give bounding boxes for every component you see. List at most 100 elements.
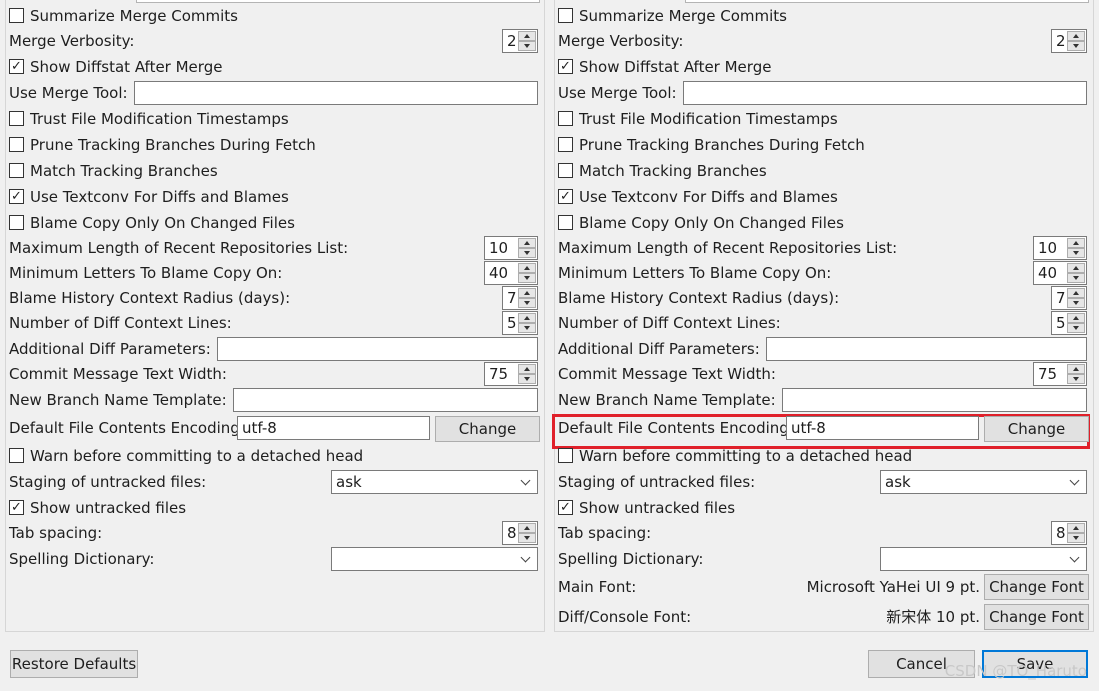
unchecked-checkbox-icon[interactable] bbox=[9, 215, 24, 230]
unchecked-checkbox-icon[interactable] bbox=[9, 111, 24, 126]
change-encoding-button[interactable]: Change bbox=[984, 416, 1089, 442]
spin-arrows[interactable] bbox=[1067, 523, 1085, 543]
change-font-button[interactable]: Change Font bbox=[984, 574, 1089, 600]
checked-checkbox-icon[interactable]: ✓ bbox=[9, 59, 24, 74]
unchecked-checkbox-icon[interactable] bbox=[9, 163, 24, 178]
arrow-up-icon[interactable] bbox=[518, 238, 536, 248]
field-label: Minimum Letters To Blame Copy On: bbox=[9, 264, 283, 282]
restore-defaults-button[interactable]: Restore Defaults bbox=[10, 650, 138, 678]
arrow-up-icon[interactable] bbox=[518, 31, 536, 41]
arrow-up-icon[interactable] bbox=[1067, 31, 1085, 41]
arrow-down-icon[interactable] bbox=[1067, 533, 1085, 543]
checked-checkbox-icon[interactable]: ✓ bbox=[558, 189, 573, 204]
text-input-use-merge-tool[interactable] bbox=[683, 81, 1087, 105]
encoding-input[interactable]: utf-8 bbox=[786, 416, 979, 440]
spinbox-tab-spacing[interactable]: 8 bbox=[502, 521, 538, 545]
field-label: New Branch Name Template: bbox=[558, 391, 776, 409]
arrow-up-icon[interactable] bbox=[1067, 238, 1085, 248]
spin-arrows[interactable] bbox=[518, 288, 536, 308]
arrow-down-icon[interactable] bbox=[1067, 41, 1085, 51]
spin-arrows[interactable] bbox=[518, 31, 536, 51]
arrow-up-icon[interactable] bbox=[518, 364, 536, 374]
chevron-down-icon bbox=[520, 475, 531, 486]
dropdown-staging-of-untracked-files[interactable]: ask bbox=[331, 470, 538, 494]
unchecked-checkbox-icon[interactable] bbox=[558, 8, 573, 23]
arrow-up-icon[interactable] bbox=[518, 263, 536, 273]
dropdown-staging-of-untracked-files[interactable]: ask bbox=[880, 470, 1087, 494]
option-row-additional-diff-parameters: Additional Diff Parameters: bbox=[5, 336, 545, 362]
spinbox-commit-message-text-width[interactable]: 75 bbox=[1033, 362, 1087, 386]
unchecked-checkbox-icon[interactable] bbox=[558, 137, 573, 152]
arrow-down-icon[interactable] bbox=[1067, 298, 1085, 308]
dropdown-spelling-dictionary[interactable] bbox=[331, 547, 538, 571]
spin-arrows[interactable] bbox=[518, 263, 536, 283]
spinbox-maximum-length-of-recent-repositories-list[interactable]: 10 bbox=[484, 236, 538, 260]
unchecked-checkbox-icon[interactable] bbox=[558, 448, 573, 463]
arrow-up-icon[interactable] bbox=[518, 288, 536, 298]
spin-arrows[interactable] bbox=[1067, 238, 1085, 258]
arrow-up-icon[interactable] bbox=[1067, 263, 1085, 273]
spinbox-minimum-letters-to-blame-copy-on[interactable]: 40 bbox=[1033, 261, 1087, 285]
text-input-new-branch-name-template[interactable] bbox=[782, 388, 1087, 412]
arrow-down-icon[interactable] bbox=[1067, 273, 1085, 283]
change-font-button[interactable]: Change Font bbox=[984, 604, 1089, 630]
arrow-down-icon[interactable] bbox=[518, 533, 536, 543]
save-button[interactable]: Save bbox=[982, 650, 1088, 678]
spinbox-blame-history-context-radius-days[interactable]: 7 bbox=[1051, 286, 1087, 310]
arrow-down-icon[interactable] bbox=[518, 323, 536, 333]
spin-arrows[interactable] bbox=[518, 238, 536, 258]
dropdown-spelling-dictionary[interactable] bbox=[880, 547, 1087, 571]
text-input-use-merge-tool[interactable] bbox=[134, 81, 538, 105]
checked-checkbox-icon[interactable]: ✓ bbox=[558, 500, 573, 515]
spinbox-tab-spacing[interactable]: 8 bbox=[1051, 521, 1087, 545]
unchecked-checkbox-icon[interactable] bbox=[558, 163, 573, 178]
arrow-down-icon[interactable] bbox=[518, 273, 536, 283]
unchecked-checkbox-icon[interactable] bbox=[9, 448, 24, 463]
text-input-additional-diff-parameters[interactable] bbox=[217, 337, 538, 361]
spinbox-commit-message-text-width[interactable]: 75 bbox=[484, 362, 538, 386]
option-row-additional-diff-parameters: Additional Diff Parameters: bbox=[554, 336, 1094, 362]
arrow-up-icon[interactable] bbox=[1067, 364, 1085, 374]
arrow-down-icon[interactable] bbox=[518, 248, 536, 258]
arrow-down-icon[interactable] bbox=[1067, 323, 1085, 333]
checked-checkbox-icon[interactable]: ✓ bbox=[558, 59, 573, 74]
encoding-input[interactable]: utf-8 bbox=[237, 416, 430, 440]
arrow-down-icon[interactable] bbox=[518, 298, 536, 308]
spinbox-merge-verbosity[interactable]: 2 bbox=[1051, 29, 1087, 53]
text-input-additional-diff-parameters[interactable] bbox=[766, 337, 1087, 361]
arrow-down-icon[interactable] bbox=[518, 374, 536, 384]
spinbox-minimum-letters-to-blame-copy-on[interactable]: 40 bbox=[484, 261, 538, 285]
spin-arrows[interactable] bbox=[1067, 31, 1085, 51]
change-encoding-button[interactable]: Change bbox=[435, 416, 540, 442]
checkbox-label: Warn before committing to a detached hea… bbox=[30, 447, 364, 465]
arrow-down-icon[interactable] bbox=[518, 41, 536, 51]
spinbox-blame-history-context-radius-days[interactable]: 7 bbox=[502, 286, 538, 310]
unchecked-checkbox-icon[interactable] bbox=[558, 111, 573, 126]
unchecked-checkbox-icon[interactable] bbox=[558, 215, 573, 230]
spinbox-number-of-diff-context-lines[interactable]: 5 bbox=[1051, 311, 1087, 335]
cancel-button[interactable]: Cancel bbox=[868, 650, 975, 678]
spin-arrows[interactable] bbox=[518, 523, 536, 543]
unchecked-checkbox-icon[interactable] bbox=[9, 137, 24, 152]
option-row-use-textconv-for-diffs-and-blames: ✓ Use Textconv For Diffs and Blames bbox=[554, 184, 1094, 210]
spinbox-number-of-diff-context-lines[interactable]: 5 bbox=[502, 311, 538, 335]
spinbox-merge-verbosity[interactable]: 2 bbox=[502, 29, 538, 53]
arrow-up-icon[interactable] bbox=[1067, 288, 1085, 298]
spinbox-maximum-length-of-recent-repositories-list[interactable]: 10 bbox=[1033, 236, 1087, 260]
arrow-up-icon[interactable] bbox=[518, 313, 536, 323]
text-input-new-branch-name-template[interactable] bbox=[233, 388, 538, 412]
spin-arrows[interactable] bbox=[518, 364, 536, 384]
spin-arrows[interactable] bbox=[518, 313, 536, 333]
unchecked-checkbox-icon[interactable] bbox=[9, 8, 24, 23]
checked-checkbox-icon[interactable]: ✓ bbox=[9, 189, 24, 204]
checked-checkbox-icon[interactable]: ✓ bbox=[9, 500, 24, 515]
arrow-down-icon[interactable] bbox=[1067, 374, 1085, 384]
spin-arrows[interactable] bbox=[1067, 313, 1085, 333]
arrow-up-icon[interactable] bbox=[1067, 523, 1085, 533]
arrow-up-icon[interactable] bbox=[518, 523, 536, 533]
arrow-down-icon[interactable] bbox=[1067, 248, 1085, 258]
arrow-up-icon[interactable] bbox=[1067, 313, 1085, 323]
spin-arrows[interactable] bbox=[1067, 288, 1085, 308]
spin-arrows[interactable] bbox=[1067, 364, 1085, 384]
spin-arrows[interactable] bbox=[1067, 263, 1085, 283]
